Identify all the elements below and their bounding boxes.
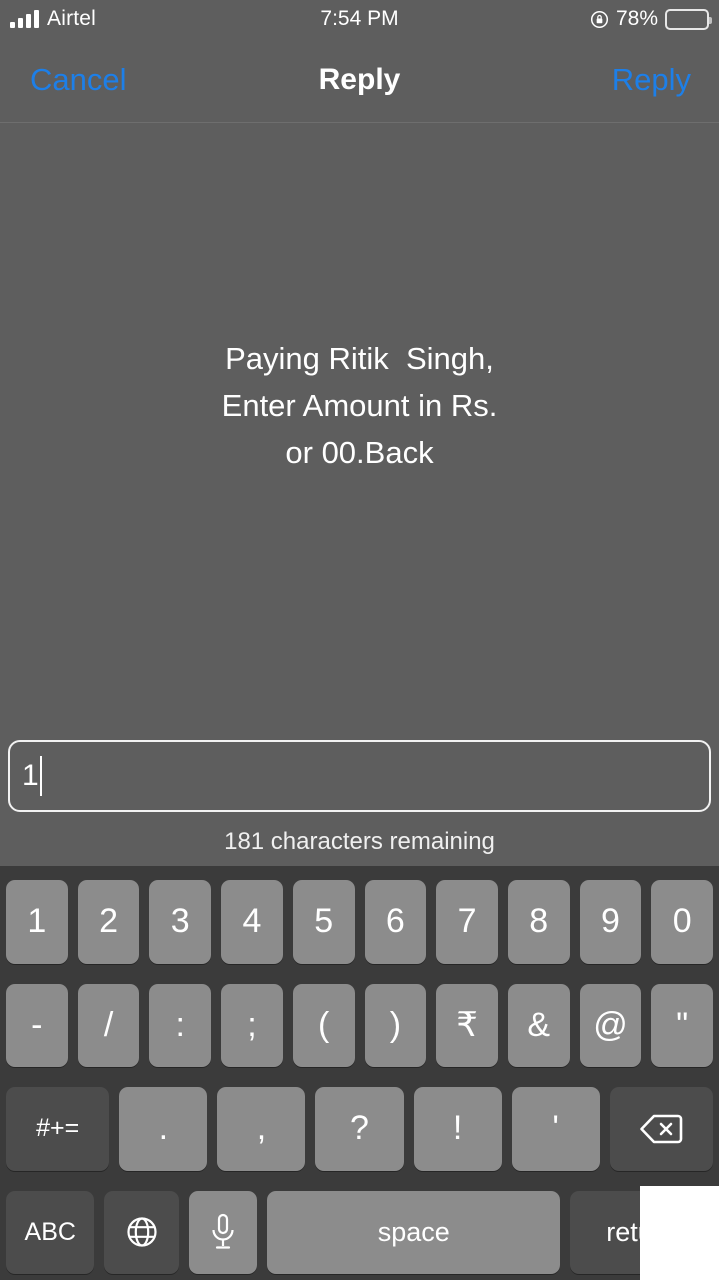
key-colon[interactable]: : <box>149 983 212 1067</box>
key-0[interactable]: 0 <box>651 880 714 964</box>
key-space[interactable]: space <box>267 1190 561 1274</box>
phone-screen: Airtel 7:54 PM 78% Cancel Reply Reply Pa… <box>0 0 719 1280</box>
white-overlay-artifact <box>640 1186 719 1280</box>
key-at[interactable]: @ <box>579 983 642 1067</box>
key-double-quote[interactable]: " <box>651 983 714 1067</box>
rotation-lock-icon <box>590 10 609 29</box>
battery-icon <box>665 8 712 30</box>
key-exclamation[interactable]: ! <box>413 1087 502 1171</box>
reply-text-field[interactable]: 1 <box>8 740 711 812</box>
key-rupee[interactable]: ₹ <box>436 983 498 1067</box>
key-open-paren[interactable]: ( <box>292 983 355 1067</box>
character-count-label: 181 characters remaining <box>224 828 495 855</box>
on-screen-keyboard: 1 2 3 4 5 6 7 8 9 0 - / : ; ( ) ₹ & @ " … <box>0 866 719 1280</box>
reply-text-value: 1 <box>22 759 39 792</box>
message-content-area: Paying Ritik Singh, Enter Amount in Rs. … <box>0 123 719 866</box>
key-9[interactable]: 9 <box>579 880 642 964</box>
key-globe[interactable] <box>104 1190 180 1274</box>
status-bar-right: 78% <box>590 7 712 31</box>
globe-icon <box>127 1217 157 1247</box>
keyboard-row-punctuation: #+= . , ? ! ' <box>3 1087 716 1171</box>
text-caret <box>39 756 42 796</box>
keyboard-row-symbols: - / : ; ( ) ₹ & @ " <box>3 983 716 1067</box>
key-comma[interactable]: , <box>217 1087 306 1171</box>
key-5[interactable]: 5 <box>292 880 355 964</box>
key-6[interactable]: 6 <box>364 880 427 964</box>
battery-percent-label: 78% <box>615 7 658 30</box>
key-3[interactable]: 3 <box>149 880 212 964</box>
key-7[interactable]: 7 <box>436 880 498 964</box>
key-8[interactable]: 8 <box>507 880 570 964</box>
key-dictation[interactable] <box>189 1190 258 1274</box>
reply-button[interactable]: Reply <box>612 62 691 98</box>
key-close-paren[interactable]: ) <box>364 983 427 1067</box>
key-1[interactable]: 1 <box>5 880 68 964</box>
keyboard-row-numbers: 1 2 3 4 5 6 7 8 9 0 <box>3 880 716 964</box>
key-slash[interactable]: / <box>77 983 140 1067</box>
key-symbols-toggle[interactable]: #+= <box>6 1087 110 1171</box>
key-semicolon[interactable]: ; <box>221 983 283 1067</box>
status-bar: Airtel 7:54 PM 78% <box>0 0 719 38</box>
key-apostrophe[interactable]: ' <box>511 1087 600 1171</box>
key-hyphen[interactable]: - <box>5 983 68 1067</box>
key-question-mark[interactable]: ? <box>315 1087 404 1171</box>
message-body-text: Paying Ritik Singh, Enter Amount in Rs. … <box>221 341 498 470</box>
key-backspace[interactable] <box>609 1087 713 1171</box>
key-period[interactable]: . <box>119 1087 208 1171</box>
backspace-icon <box>640 1114 683 1144</box>
keyboard-row-bottom: ABC space return <box>3 1190 716 1274</box>
key-2[interactable]: 2 <box>77 880 140 964</box>
reply-input-area: 1 181 characters remaining <box>0 740 719 866</box>
key-4[interactable]: 4 <box>221 880 283 964</box>
key-ampersand[interactable]: & <box>507 983 570 1067</box>
key-abc-toggle[interactable]: ABC <box>6 1190 95 1274</box>
navigation-bar: Cancel Reply Reply <box>0 38 719 123</box>
microphone-icon <box>212 1214 234 1249</box>
